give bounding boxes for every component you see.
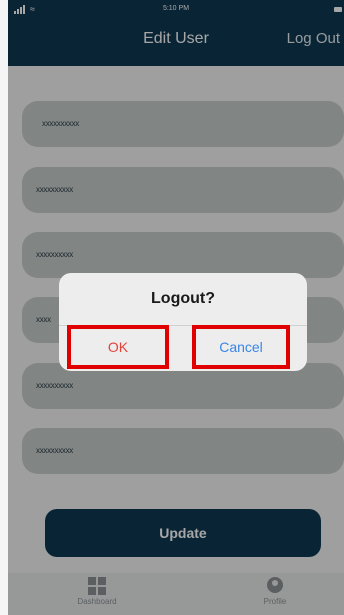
cancel-button[interactable]: Cancel <box>192 325 290 369</box>
logout-dialog: Logout? OK Cancel <box>59 273 307 371</box>
dialog-title: Logout? <box>151 290 215 307</box>
screen: ≈ 5:10 PM Edit User Log Out xxxxxxxxxx x… <box>0 0 344 615</box>
ok-button[interactable]: OK <box>67 325 169 369</box>
